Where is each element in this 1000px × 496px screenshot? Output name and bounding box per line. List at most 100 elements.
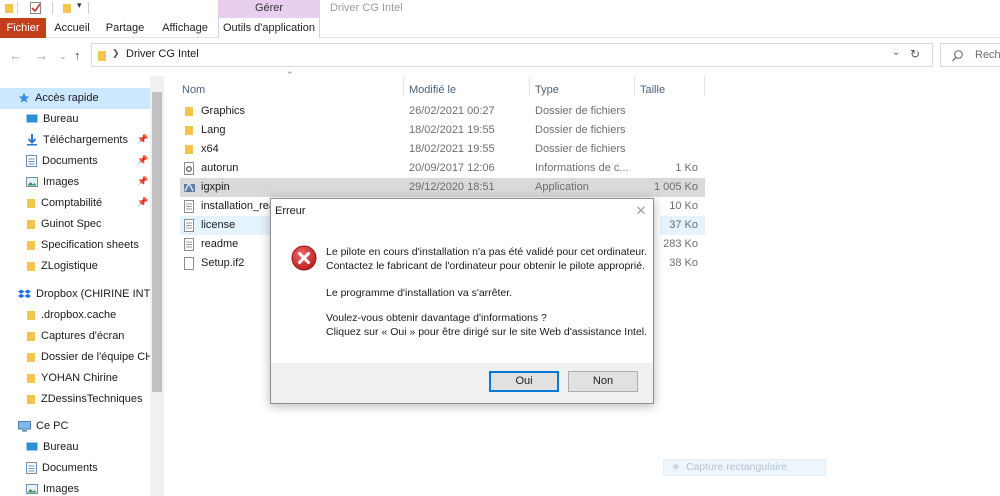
dialog-message-line: Contactez le fabricant de l'ordinateur p…: [326, 260, 645, 272]
search-input[interactable]: Reche: [975, 49, 1000, 61]
tab-share[interactable]: Partage: [104, 18, 146, 38]
separator: [88, 2, 89, 14]
nav-dropbox[interactable]: Dropbox (CHIRINE INT'L): [18, 284, 150, 305]
application-icon: [184, 181, 195, 192]
settings-file-icon: [184, 162, 194, 175]
nav-images-label: Images: [43, 176, 80, 188]
file-name: igxpin: [201, 181, 230, 193]
column-header-type[interactable]: Type: [535, 80, 635, 100]
column-divider[interactable]: [634, 76, 635, 96]
file-name: autorun: [201, 162, 239, 174]
file-type: Dossier de fichiers: [535, 143, 626, 155]
folder-icon: [27, 374, 35, 384]
up-icon[interactable]: ↑: [74, 48, 81, 63]
yes-button[interactable]: Oui: [489, 371, 559, 392]
nav-desktop[interactable]: Bureau: [26, 109, 146, 130]
nav-pc-documents[interactable]: Documents: [26, 458, 146, 479]
nav-zdessins[interactable]: ZDessinsTechniques: [26, 389, 150, 410]
file-type: Dossier de fichiers: [535, 124, 626, 136]
dialog-message-line: Voulez-vous obtenir davantage d'informat…: [326, 312, 547, 324]
customize-dropdown-icon[interactable]: ▾: [77, 0, 82, 11]
nav-images-label: Images: [43, 483, 80, 495]
folder-icon: [27, 220, 35, 230]
nav-folder-label: YOHAN Chirine: [41, 372, 119, 384]
file-row-selected[interactable]: igxpin 29/12/2020 18:51 Application 1 00…: [180, 178, 705, 197]
file-name: installation_rea: [201, 200, 271, 212]
file-modified: 18/02/2021 19:55: [409, 143, 495, 155]
file-type: Dossier de fichiers: [535, 105, 626, 117]
nav-folder-zlogistique[interactable]: ZLogistique: [26, 256, 146, 277]
close-icon[interactable]: ✕: [631, 201, 651, 221]
dialog-title: Erreur: [275, 205, 306, 217]
images-icon: [26, 484, 38, 495]
tab-home[interactable]: Accueil: [52, 18, 92, 38]
properties-check-icon[interactable]: [29, 1, 43, 15]
nav-captures[interactable]: Captures d'écran: [26, 326, 150, 347]
address-dropdown-icon[interactable]: ⌄: [892, 47, 900, 58]
folder-icon: [98, 51, 106, 61]
tab-application-tools[interactable]: Outils d'application: [218, 18, 320, 38]
tab-view[interactable]: Affichage: [160, 18, 210, 38]
dialog-message-line: Le programme d'installation va s'arrêter…: [326, 287, 513, 299]
tab-file[interactable]: Fichier: [0, 18, 46, 38]
no-button[interactable]: Non: [568, 371, 638, 392]
file-modified: 20/09/2017 12:06: [409, 162, 495, 174]
nav-folder-label: Comptabilité: [41, 197, 103, 209]
title-bar: ▾ Gérer Driver CG Intel: [0, 0, 1000, 18]
nav-pc-images[interactable]: Images: [26, 479, 146, 496]
documents-icon: [26, 462, 37, 475]
nav-yohan-chirine[interactable]: YOHAN Chirine: [26, 368, 150, 389]
column-divider[interactable]: [529, 76, 530, 96]
nav-desktop-label: Bureau: [43, 441, 79, 453]
nav-this-pc[interactable]: Ce PC: [18, 416, 148, 437]
nav-images[interactable]: Images: [26, 172, 146, 193]
documents-icon: [26, 155, 37, 168]
back-icon[interactable]: ←: [9, 48, 22, 63]
nav-dropbox-cache[interactable]: .dropbox.cache: [26, 305, 150, 326]
column-divider[interactable]: [704, 76, 705, 96]
new-folder-icon[interactable]: [62, 1, 72, 15]
nav-quick-access-label: Accès rapide: [35, 92, 99, 104]
address-bar[interactable]: ❯ Driver CG Intel ⌄ ↻: [91, 43, 933, 67]
nav-team-folder[interactable]: Dossier de l'équipe CHI: [26, 347, 150, 368]
navigation-scrollbar[interactable]: [150, 76, 164, 496]
search-box[interactable]: Reche: [940, 43, 1000, 67]
nav-folder-guinot-spec[interactable]: Guinot Spec: [26, 214, 146, 235]
nav-folder-specification-sheets[interactable]: Specification sheets: [26, 235, 150, 256]
column-divider[interactable]: [403, 76, 404, 96]
nav-dropbox-label: Dropbox (CHIRINE INT'L): [36, 288, 150, 300]
file-name: Lang: [201, 124, 226, 136]
text-file-icon: [184, 219, 194, 232]
text-file-icon: [184, 200, 194, 213]
folder-icon: [185, 145, 193, 154]
folder-icon: [185, 107, 193, 116]
nav-documents-label: Documents: [42, 462, 98, 474]
folder-icon: [27, 353, 35, 363]
nav-folder-comptabilite[interactable]: Comptabilité: [26, 193, 146, 214]
file-name: Setup.if2: [201, 257, 245, 269]
column-header-name[interactable]: Nom: [182, 80, 402, 100]
scrollbar-thumb[interactable]: [152, 92, 162, 392]
column-header-modified[interactable]: Modifié le: [409, 80, 529, 100]
nav-downloads[interactable]: Téléchargements: [26, 130, 146, 151]
file-row[interactable]: Lang 18/02/2021 19:55 Dossier de fichier…: [180, 121, 705, 140]
file-row[interactable]: x64 18/02/2021 19:55 Dossier de fichiers: [180, 140, 705, 159]
nav-documents[interactable]: Documents: [26, 151, 146, 172]
nav-pc-desktop[interactable]: Bureau: [26, 437, 146, 458]
file-row[interactable]: Graphics 26/02/2021 00:27 Dossier de fic…: [180, 102, 705, 121]
nav-downloads-label: Téléchargements: [43, 134, 128, 146]
context-group-label: Gérer: [254, 2, 284, 14]
forward-icon[interactable]: →: [35, 48, 48, 63]
refresh-icon[interactable]: ↻: [910, 47, 920, 61]
nav-quick-access[interactable]: Accès rapide: [0, 88, 150, 109]
folder-icon: [27, 395, 35, 405]
gear-icon: ✹: [672, 462, 680, 472]
breadcrumb[interactable]: Driver CG Intel: [126, 48, 199, 60]
nav-this-pc-label: Ce PC: [36, 420, 69, 432]
file-name: x64: [201, 143, 219, 155]
column-header-size[interactable]: Taille: [640, 80, 700, 100]
recent-locations-icon[interactable]: ⌄: [59, 51, 67, 62]
breadcrumb-chevron-icon[interactable]: ❯: [112, 48, 120, 59]
file-row[interactable]: autorun 20/09/2017 12:06 Informations de…: [180, 159, 705, 178]
download-icon: [27, 134, 37, 146]
